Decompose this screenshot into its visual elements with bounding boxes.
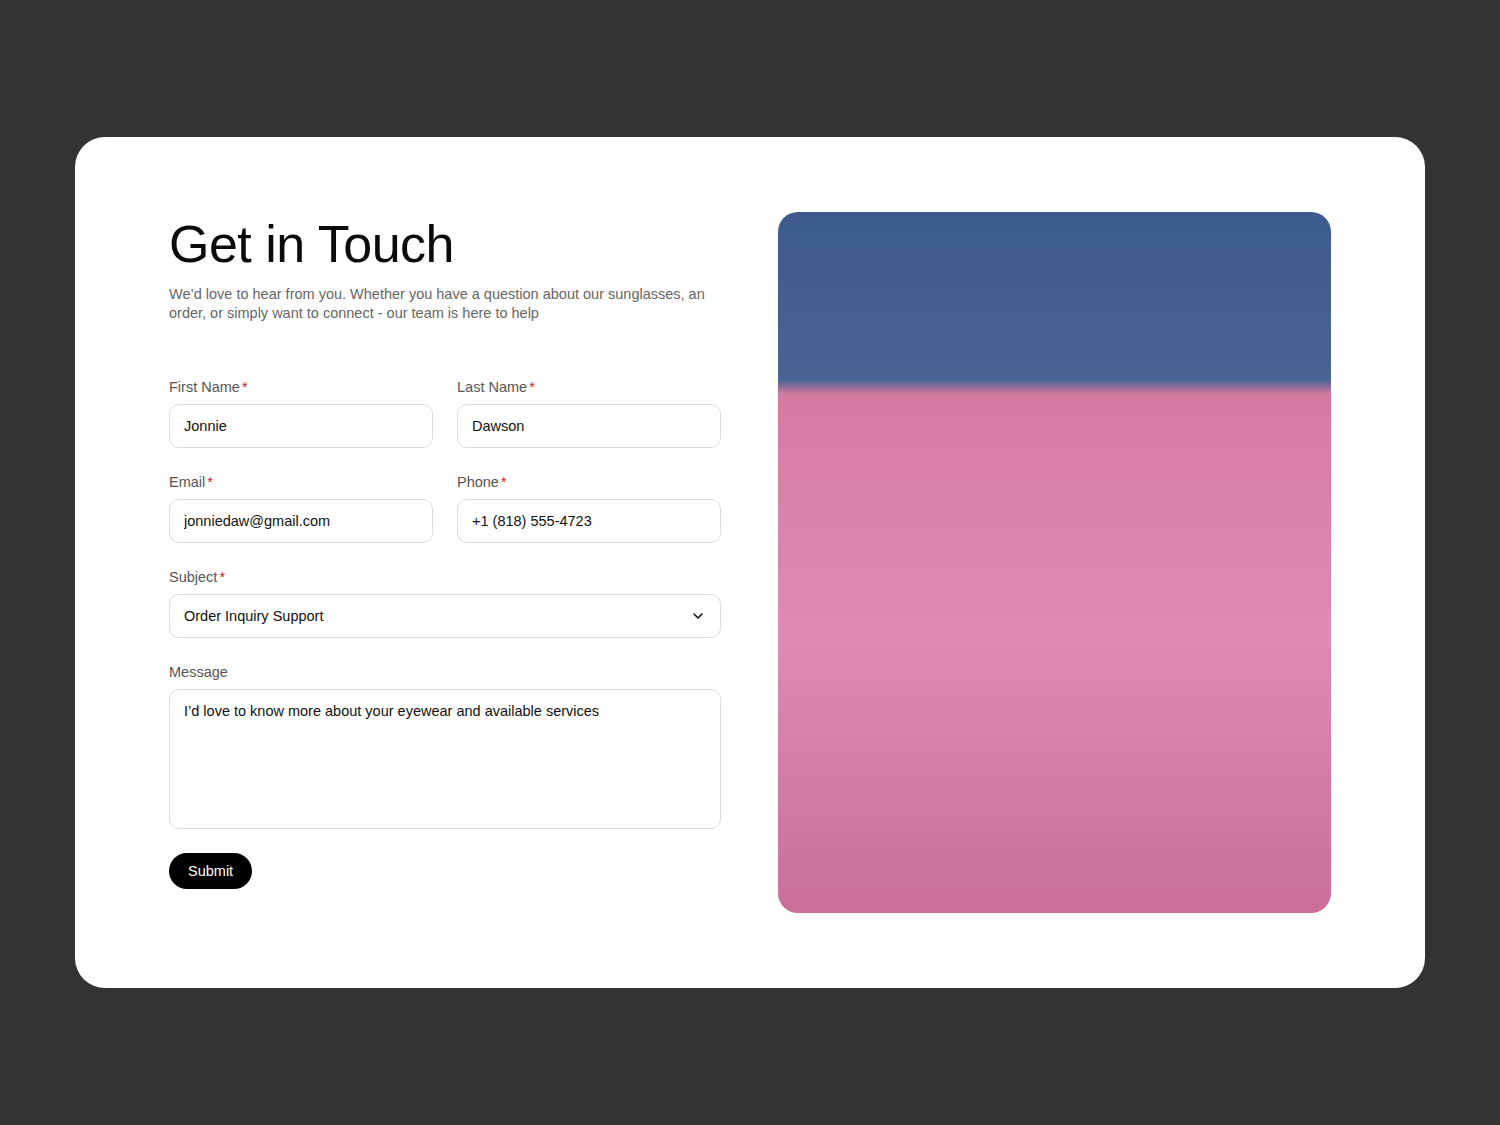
field-label: First Name* — [169, 378, 433, 396]
hero-photo — [778, 212, 1331, 913]
page-subtitle: We’d love to hear from you. Whether you … — [169, 285, 721, 323]
form-field: Phone* — [457, 473, 721, 543]
field-label: Last Name* — [457, 378, 721, 396]
text-input[interactable] — [169, 404, 433, 448]
chevron-down-icon — [691, 609, 705, 623]
required-mark: * — [242, 379, 248, 395]
text-input[interactable] — [457, 404, 721, 448]
required-mark: * — [529, 379, 535, 395]
form-field: Last Name* — [457, 378, 721, 448]
contact-card: Get in Touch We’d love to hear from you. … — [75, 137, 1425, 988]
form-field: Subject* Order Inquiry Support — [169, 568, 721, 638]
text-input[interactable] — [457, 499, 721, 543]
text-input[interactable] — [169, 499, 433, 543]
contact-form-panel: Get in Touch We’d love to hear from you. … — [169, 212, 721, 913]
field-label: Phone* — [457, 473, 721, 491]
required-mark: * — [501, 474, 507, 490]
required-mark: * — [207, 474, 213, 490]
page-title: Get in Touch — [169, 216, 454, 273]
field-label: Message — [169, 663, 721, 681]
form-field: Message — [169, 663, 721, 829]
form-field: First Name* — [169, 378, 433, 448]
subject-select[interactable]: Order Inquiry Support — [169, 594, 721, 638]
form-fields: First Name* Last Name* Email* Phone* Subject… — [169, 378, 721, 829]
form-field: Email* — [169, 473, 433, 543]
field-label: Subject* — [169, 568, 721, 586]
message-textarea[interactable] — [169, 689, 721, 829]
field-label: Email* — [169, 473, 433, 491]
submit-button[interactable]: Submit — [169, 853, 252, 889]
required-mark: * — [219, 569, 225, 585]
